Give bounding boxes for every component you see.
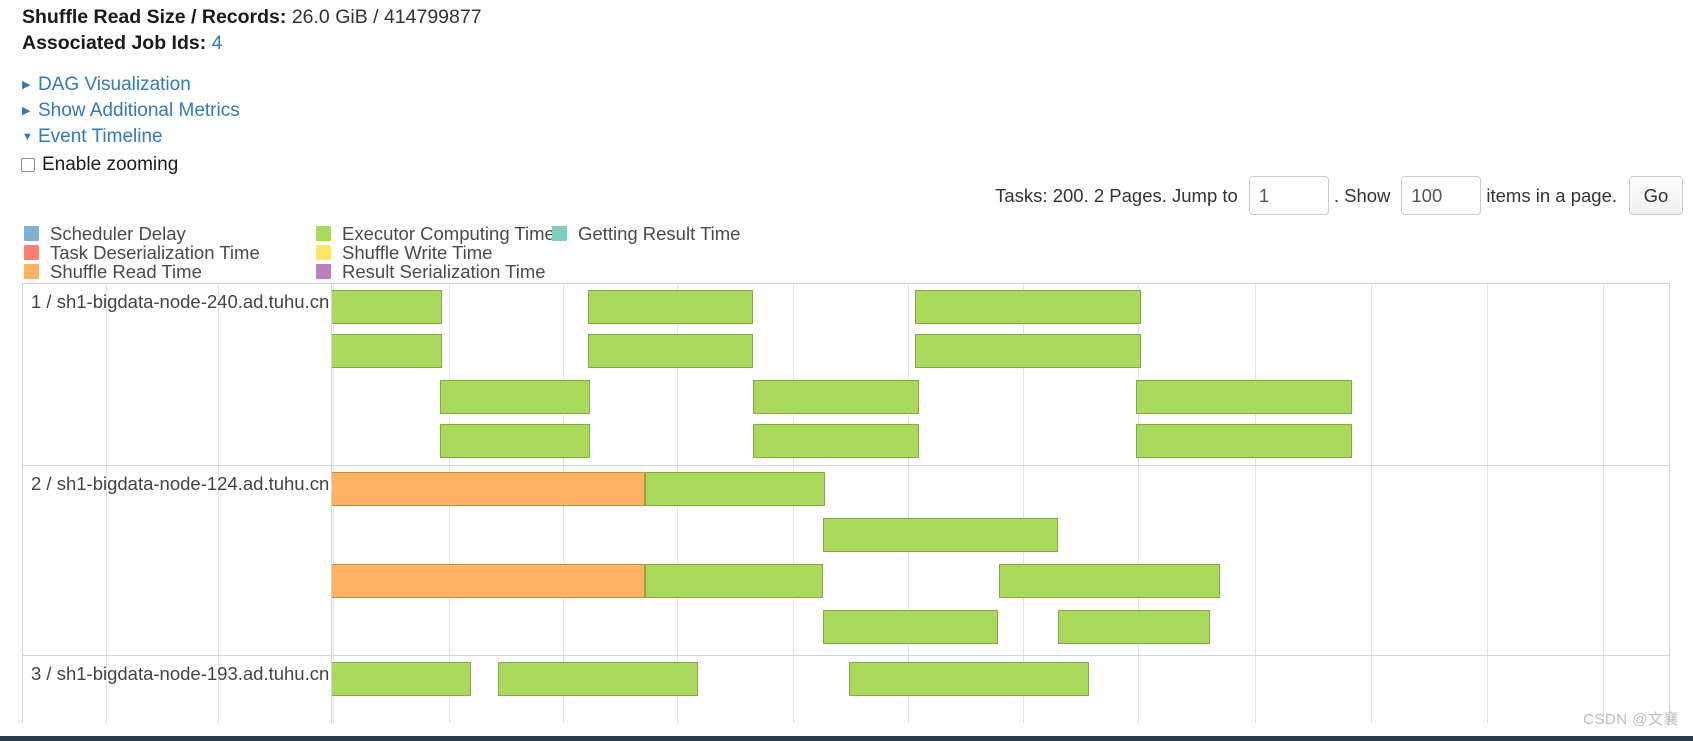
legend-column-2: Executor Computing Time Shuffle Write Tim… xyxy=(316,224,555,281)
toggle-event-timeline-label: Event Timeline xyxy=(38,126,163,147)
timeline-task-bar[interactable] xyxy=(645,564,823,598)
enable-zooming-row: Enable zooming xyxy=(0,152,1693,178)
toggle-dag-visualization-label: DAG Visualization xyxy=(38,74,191,95)
timeline-task-lane xyxy=(23,334,1669,368)
legend-item: Shuffle Write Time xyxy=(316,243,555,262)
timeline-task-bar[interactable] xyxy=(331,472,645,506)
legend-item: Executor Computing Time xyxy=(316,224,555,243)
legend-item-label: Shuffle Read Time xyxy=(50,261,202,282)
timeline-executor-label: 2 / sh1-bigdata-node-124.ad.tuhu.cn xyxy=(31,473,330,494)
legend-swatch-icon xyxy=(24,226,39,241)
show-text: . Show xyxy=(1333,184,1391,206)
timeline-task-lane xyxy=(23,380,1669,414)
timeline-task-bar[interactable] xyxy=(498,662,698,696)
timeline-task-bar[interactable] xyxy=(999,564,1220,598)
legend-item-label: Executor Computing Time xyxy=(342,223,555,244)
timeline-executor-label: 3 / sh1-bigdata-node-193.ad.tuhu.cn xyxy=(31,663,330,684)
legend-item: Result Serialization Time xyxy=(316,262,555,281)
timeline-task-bar[interactable] xyxy=(440,424,590,458)
top-edge-strip xyxy=(0,0,1693,2)
toggle-show-additional-metrics-label: Show Additional Metrics xyxy=(38,100,240,121)
legend-swatch-icon xyxy=(316,226,331,241)
legend-item-label: Task Deserialization Time xyxy=(50,242,260,263)
timeline-task-bar[interactable] xyxy=(823,518,1058,552)
tasks-count-text: Tasks: 200. 2 Pages. Jump to xyxy=(995,184,1238,206)
jump-to-page-input[interactable] xyxy=(1248,176,1329,215)
section-toggles: DAG Visualization Show Additional Metric… xyxy=(0,72,1693,150)
chevron-right-icon xyxy=(22,72,36,98)
timeline-task-bar[interactable] xyxy=(645,472,825,506)
timeline-task-bar[interactable] xyxy=(1058,610,1210,644)
legend-swatch-icon xyxy=(24,264,39,279)
legend-swatch-icon xyxy=(552,226,567,241)
event-timeline-chart[interactable]: 1 / sh1-bigdata-node-240.ad.tuhu.cn 2 / s… xyxy=(22,283,1670,723)
legend-item-label: Result Serialization Time xyxy=(342,261,546,282)
timeline-task-bar[interactable] xyxy=(823,610,998,644)
timeline-executor-label: 1 / sh1-bigdata-node-240.ad.tuhu.cn xyxy=(31,291,330,312)
legend-swatch-icon xyxy=(24,245,39,260)
shuffle-read-value: 26.0 GiB / 414799877 xyxy=(291,6,482,28)
timeline-task-lane xyxy=(23,518,1669,552)
timeline-task-bar[interactable] xyxy=(588,334,753,368)
items-in-a-page-text: items in a page. xyxy=(1486,184,1617,206)
timeline-executor-row: 2 / sh1-bigdata-node-124.ad.tuhu.cn xyxy=(23,466,1669,656)
legend-item: Task Deserialization Time xyxy=(24,243,260,262)
timeline-executor-row: 3 / sh1-bigdata-node-193.ad.tuhu.cn xyxy=(23,656,1669,723)
timeline-task-bar[interactable] xyxy=(1136,380,1352,414)
chevron-down-icon xyxy=(22,124,36,150)
timeline-task-bar[interactable] xyxy=(331,290,442,324)
legend-item-label: Getting Result Time xyxy=(578,223,741,244)
timeline-task-bar[interactable] xyxy=(1136,424,1352,458)
timeline-task-lane xyxy=(23,564,1669,598)
toggle-show-additional-metrics[interactable]: Show Additional Metrics xyxy=(22,98,1693,124)
go-button[interactable]: Go xyxy=(1629,176,1683,215)
timeline-task-bar[interactable] xyxy=(753,380,919,414)
legend-swatch-icon xyxy=(316,264,331,279)
timeline-task-bar[interactable] xyxy=(331,334,442,368)
timeline-task-lane xyxy=(23,610,1669,644)
legend-item-label: Scheduler Delay xyxy=(50,223,186,244)
timeline-axis-divider xyxy=(331,284,332,723)
timeline-task-bar[interactable] xyxy=(915,290,1141,324)
timeline-task-bar[interactable] xyxy=(440,380,590,414)
stage-summary: Shuffle Read Size / Records: 26.0 GiB / … xyxy=(0,0,1693,56)
timeline-task-bar[interactable] xyxy=(331,662,471,696)
legend-item-label: Shuffle Write Time xyxy=(342,242,493,263)
chevron-right-icon xyxy=(22,98,36,124)
associated-job-ids-label: Associated Job Ids: xyxy=(22,32,207,54)
shuffle-read-label: Shuffle Read Size / Records: xyxy=(22,6,287,28)
timeline-task-bar[interactable] xyxy=(753,424,919,458)
toggle-event-timeline[interactable]: Event Timeline xyxy=(22,124,1693,150)
timeline-executor-row: 1 / sh1-bigdata-node-240.ad.tuhu.cn xyxy=(23,284,1669,466)
bottom-edge-strip xyxy=(0,736,1693,741)
legend-swatch-icon xyxy=(316,245,331,260)
shuffle-read-summary: Shuffle Read Size / Records: 26.0 GiB / … xyxy=(22,4,1693,30)
enable-zooming-label: Enable zooming xyxy=(42,154,179,175)
pagination-controls: Tasks: 200. 2 Pages. Jump to . Show item… xyxy=(0,176,1693,215)
csdn-watermark: CSDN @文襄 xyxy=(1583,711,1679,728)
timeline-task-bar[interactable] xyxy=(588,290,753,324)
timeline-task-bar[interactable] xyxy=(849,662,1089,696)
legend-column-1: Scheduler Delay Task Deserialization Time… xyxy=(24,224,260,281)
timeline-task-bar[interactable] xyxy=(915,334,1141,368)
enable-zooming-checkbox[interactable] xyxy=(21,158,35,172)
legend-column-3: Getting Result Time xyxy=(552,224,740,243)
items-per-page-input[interactable] xyxy=(1401,176,1482,215)
timeline-task-lane xyxy=(23,424,1669,458)
legend-item: Scheduler Delay xyxy=(24,224,260,243)
timeline-task-bar[interactable] xyxy=(331,564,645,598)
legend-item: Getting Result Time xyxy=(552,224,740,243)
legend-item: Shuffle Read Time xyxy=(24,262,260,281)
associated-job-ids-summary: Associated Job Ids: 4 xyxy=(22,30,1693,56)
associated-job-ids-link[interactable]: 4 xyxy=(212,32,223,54)
toggle-dag-visualization[interactable]: DAG Visualization xyxy=(22,72,1693,98)
